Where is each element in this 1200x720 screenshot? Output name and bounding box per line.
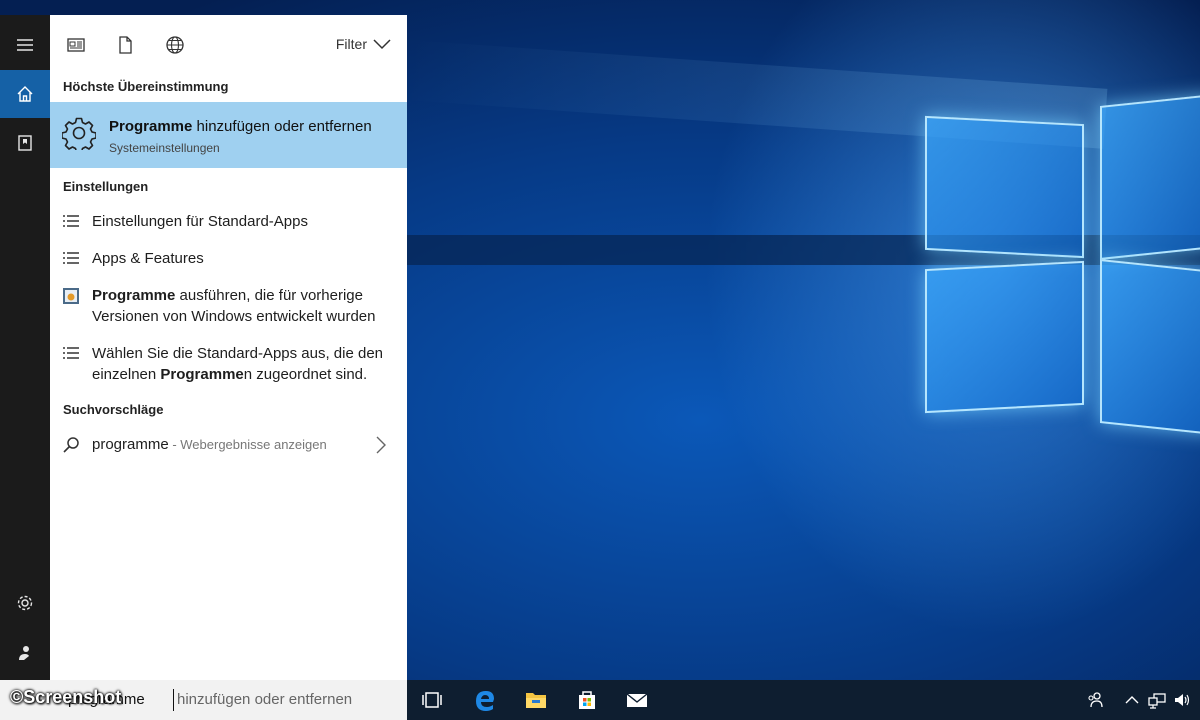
chevron-down-icon <box>373 39 391 50</box>
volume-icon[interactable] <box>1173 691 1191 709</box>
compat-app-icon <box>63 288 79 304</box>
window-pane-top-right <box>1100 94 1200 260</box>
best-match-header: Höchste Übereinstimmung <box>63 79 229 94</box>
edge-icon[interactable] <box>473 688 497 712</box>
store-icon[interactable] <box>575 688 599 712</box>
window-pane-top-left <box>925 115 1084 259</box>
start-left-rail <box>0 15 50 680</box>
settings-result-compatibility[interactable]: Programme ausführen, die für vorherige Ve… <box>50 285 407 329</box>
hamburger-icon <box>17 39 33 51</box>
file-explorer-icon[interactable] <box>524 688 548 712</box>
list-icon <box>63 215 79 227</box>
taskbar: programme hinzufügen oder entfernen <box>0 680 1200 720</box>
suggestions-header: Suchvorschläge <box>63 402 164 417</box>
people-icon[interactable] <box>1086 691 1104 709</box>
chevron-right-icon[interactable] <box>375 436 387 454</box>
result-label: Apps & Features <box>92 250 204 267</box>
best-match-result[interactable]: Programme hinzufügen oder entfernen Syst… <box>50 102 407 168</box>
search-results-panel: Filter Höchste Übereinstimmung Programme… <box>50 15 407 680</box>
notebook-button[interactable] <box>0 119 50 167</box>
notebook-icon <box>18 135 32 151</box>
mail-icon[interactable] <box>625 688 649 712</box>
filter-label: Filter <box>335 36 367 52</box>
document-filter-icon[interactable] <box>66 35 86 55</box>
settings-result-apps-features[interactable]: Apps & Features <box>50 248 407 274</box>
screenshot-watermark: ©Screenshot <box>10 687 122 707</box>
result-label: Einstellungen für Standard-Apps <box>92 213 308 230</box>
web-filter-icon[interactable] <box>165 35 185 55</box>
hamburger-menu-button[interactable] <box>0 21 50 69</box>
best-match-title: Programme hinzufügen oder entfernen <box>109 118 372 135</box>
filter-button[interactable]: Filter <box>336 36 391 52</box>
search-completion-hint: hinzufügen oder entfernen <box>177 691 353 708</box>
task-view-icon[interactable] <box>420 688 444 712</box>
text-caret <box>173 689 174 711</box>
result-label: Programme ausführen, die für vorherige Ve… <box>92 287 376 325</box>
result-label: programme - Webergebnisse anzeigen <box>92 436 327 453</box>
gear-icon <box>62 117 96 150</box>
filter-bar: Filter <box>50 15 407 75</box>
feedback-button[interactable] <box>0 629 50 677</box>
list-icon <box>63 347 79 359</box>
file-filter-icon[interactable] <box>115 35 135 55</box>
search-icon <box>63 437 79 453</box>
settings-header: Einstellungen <box>63 179 149 194</box>
result-label: Wählen Sie die Standard-Apps aus, die de… <box>92 345 384 383</box>
home-icon <box>17 86 33 102</box>
settings-button[interactable] <box>0 579 50 627</box>
settings-result-choose-default-apps[interactable]: Wählen Sie die Standard-Apps aus, die de… <box>50 343 407 387</box>
settings-result-default-apps[interactable]: Einstellungen für Standard-Apps <box>50 211 407 237</box>
list-icon <box>63 252 79 264</box>
window-pane-bottom-right <box>1100 259 1200 435</box>
best-match-subtitle: Systemeinstellungen <box>109 141 220 155</box>
home-button[interactable] <box>0 70 50 118</box>
settings-icon <box>17 595 33 611</box>
network-icon[interactable] <box>1148 691 1166 709</box>
window-pane-bottom-left <box>925 260 1084 414</box>
tray-up-icon[interactable] <box>1123 691 1141 709</box>
web-suggestion-result[interactable]: programme - Webergebnisse anzeigen <box>50 434 407 460</box>
user-icon <box>19 646 29 660</box>
